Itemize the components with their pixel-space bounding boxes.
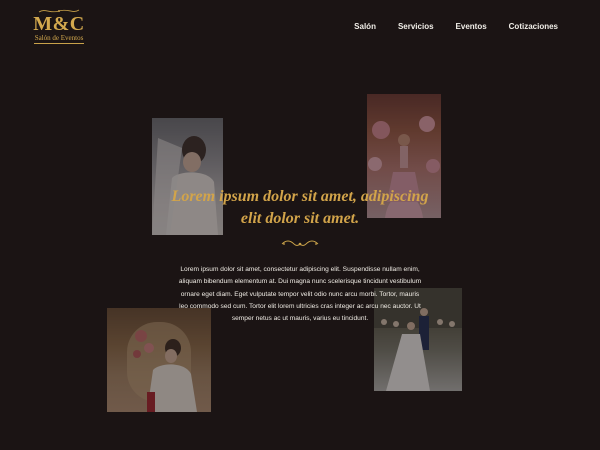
nav-item-cotizaciones[interactable]: Cotizaciones — [509, 22, 558, 31]
logo-flourish-icon — [32, 8, 86, 14]
nav-item-eventos[interactable]: Eventos — [456, 22, 487, 31]
nav-item-servicios[interactable]: Servicios — [398, 22, 434, 31]
hero-headline-line2: elit dolor sit amet. — [240, 210, 360, 227]
hero-body-text: Lorem ipsum dolor sit amet, consectetur … — [178, 266, 422, 323]
logo-underline — [34, 43, 84, 44]
main-nav: Salón Servicios Eventos Cotizaciones — [332, 22, 558, 31]
hero-headline-line1: Lorem ipsum dolor sit amet, adipiscing — [171, 188, 429, 205]
logo-subtitle: Salón de Eventos — [34, 34, 84, 42]
nav-item-salon[interactable]: Salón — [354, 22, 376, 31]
flourish-divider-icon — [280, 237, 320, 249]
logo-mark: M&C — [33, 13, 85, 35]
logo[interactable]: M&C Salón de Eventos — [32, 8, 86, 50]
landing-page: M&C Salón de Eventos Salón Servicios Eve… — [0, 0, 600, 450]
hero-headline: Lorem ipsum dolor sit amet, adipiscing e… — [150, 186, 450, 230]
